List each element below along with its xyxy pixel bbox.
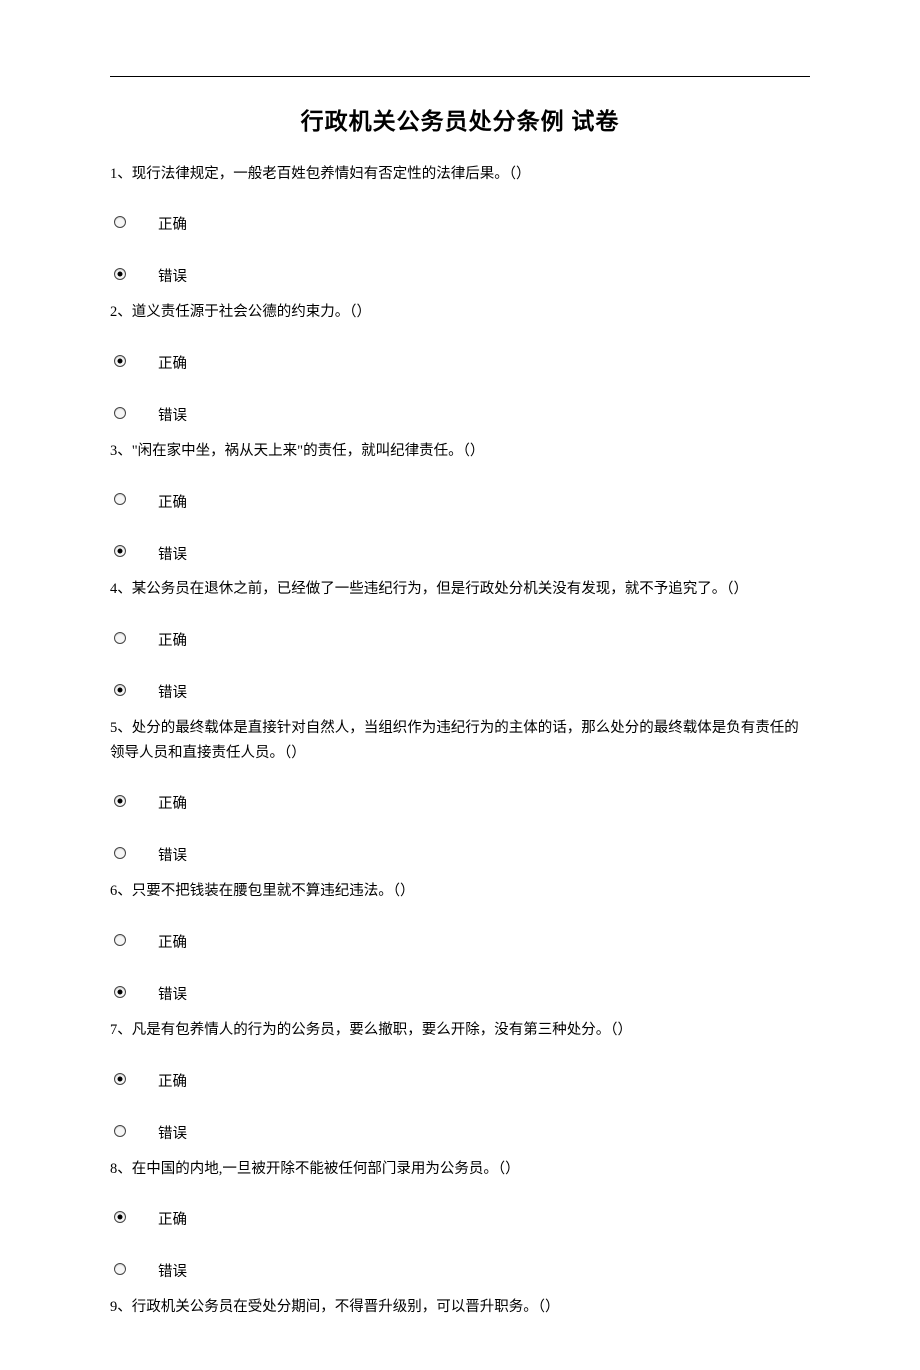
option-label-correct: 正确 <box>158 1202 187 1232</box>
option-row-wrong: 错误 <box>110 966 810 1018</box>
question-text: 1、现行法律规定，一般老百姓包养情妇有否定性的法律后果。（） <box>110 162 810 187</box>
option-label-wrong: 错误 <box>158 838 187 868</box>
option-row-correct: 正确 <box>110 335 810 387</box>
radio-correct[interactable] <box>114 355 126 367</box>
option-row-wrong: 错误 <box>110 827 810 879</box>
option-label-wrong: 错误 <box>158 537 187 567</box>
radio-wrong[interactable] <box>114 1125 126 1137</box>
option-label-wrong: 错误 <box>158 259 187 289</box>
questions-container: 1、现行法律规定，一般老百姓包养情妇有否定性的法律后果。（）正确错误2、道义责任… <box>110 162 810 1320</box>
option-row-wrong: 错误 <box>110 248 810 300</box>
radio-wrong[interactable] <box>114 684 126 696</box>
question-text: 7、凡是有包养情人的行为的公务员，要么撤职，要么开除，没有第三种处分。（） <box>110 1018 810 1043</box>
radio-wrong[interactable] <box>114 847 126 859</box>
radio-correct[interactable] <box>114 1211 126 1223</box>
question-text: 4、某公务员在退休之前，已经做了一些违纪行为，但是行政处分机关没有发现，就不予追… <box>110 577 810 602</box>
radio-wrong[interactable] <box>114 268 126 280</box>
option-label-correct: 正确 <box>158 786 187 816</box>
radio-wrong[interactable] <box>114 1263 126 1275</box>
page-title: 行政机关公务员处分条例 试卷 <box>110 105 810 140</box>
option-row-correct: 正确 <box>110 1053 810 1105</box>
option-row-wrong: 错误 <box>110 1105 810 1157</box>
option-row-wrong: 错误 <box>110 664 810 716</box>
option-row-wrong: 错误 <box>110 1243 810 1295</box>
radio-wrong[interactable] <box>114 986 126 998</box>
radio-wrong[interactable] <box>114 545 126 557</box>
option-label-correct: 正确 <box>158 485 187 515</box>
option-label-correct: 正确 <box>158 1064 187 1094</box>
question-text: 2、道义责任源于社会公德的约束力。（） <box>110 300 810 325</box>
option-row-correct: 正确 <box>110 775 810 827</box>
question-text: 6、只要不把钱装在腰包里就不算违纪违法。（） <box>110 879 810 904</box>
radio-correct[interactable] <box>114 795 126 807</box>
option-label-correct: 正确 <box>158 207 187 237</box>
radio-correct[interactable] <box>114 1073 126 1085</box>
option-label-correct: 正确 <box>158 346 187 376</box>
radio-correct[interactable] <box>114 632 126 644</box>
top-divider <box>110 76 810 77</box>
option-row-correct: 正确 <box>110 914 810 966</box>
radio-correct[interactable] <box>114 493 126 505</box>
option-row-correct: 正确 <box>110 1191 810 1243</box>
radio-correct[interactable] <box>114 934 126 946</box>
option-label-correct: 正确 <box>158 623 187 653</box>
option-row-correct: 正确 <box>110 196 810 248</box>
question-text: 9、行政机关公务员在受处分期间，不得晋升级别，可以晋升职务。（） <box>110 1295 810 1320</box>
option-label-correct: 正确 <box>158 925 187 955</box>
option-row-wrong: 错误 <box>110 387 810 439</box>
question-text: 3、"闲在家中坐，祸从天上来"的责任，就叫纪律责任。（） <box>110 439 810 464</box>
option-row-wrong: 错误 <box>110 525 810 577</box>
option-row-correct: 正确 <box>110 612 810 664</box>
option-label-wrong: 错误 <box>158 1254 187 1284</box>
option-label-wrong: 错误 <box>158 977 187 1007</box>
radio-correct[interactable] <box>114 216 126 228</box>
option-row-correct: 正确 <box>110 473 810 525</box>
option-label-wrong: 错误 <box>158 675 187 705</box>
option-label-wrong: 错误 <box>158 398 187 428</box>
option-label-wrong: 错误 <box>158 1116 187 1146</box>
question-text: 8、在中国的内地,一旦被开除不能被任何部门录用为公务员。（） <box>110 1157 810 1182</box>
radio-wrong[interactable] <box>114 407 126 419</box>
question-text: 5、处分的最终载体是直接针对自然人，当组织作为违纪行为的主体的话，那么处分的最终… <box>110 716 810 765</box>
